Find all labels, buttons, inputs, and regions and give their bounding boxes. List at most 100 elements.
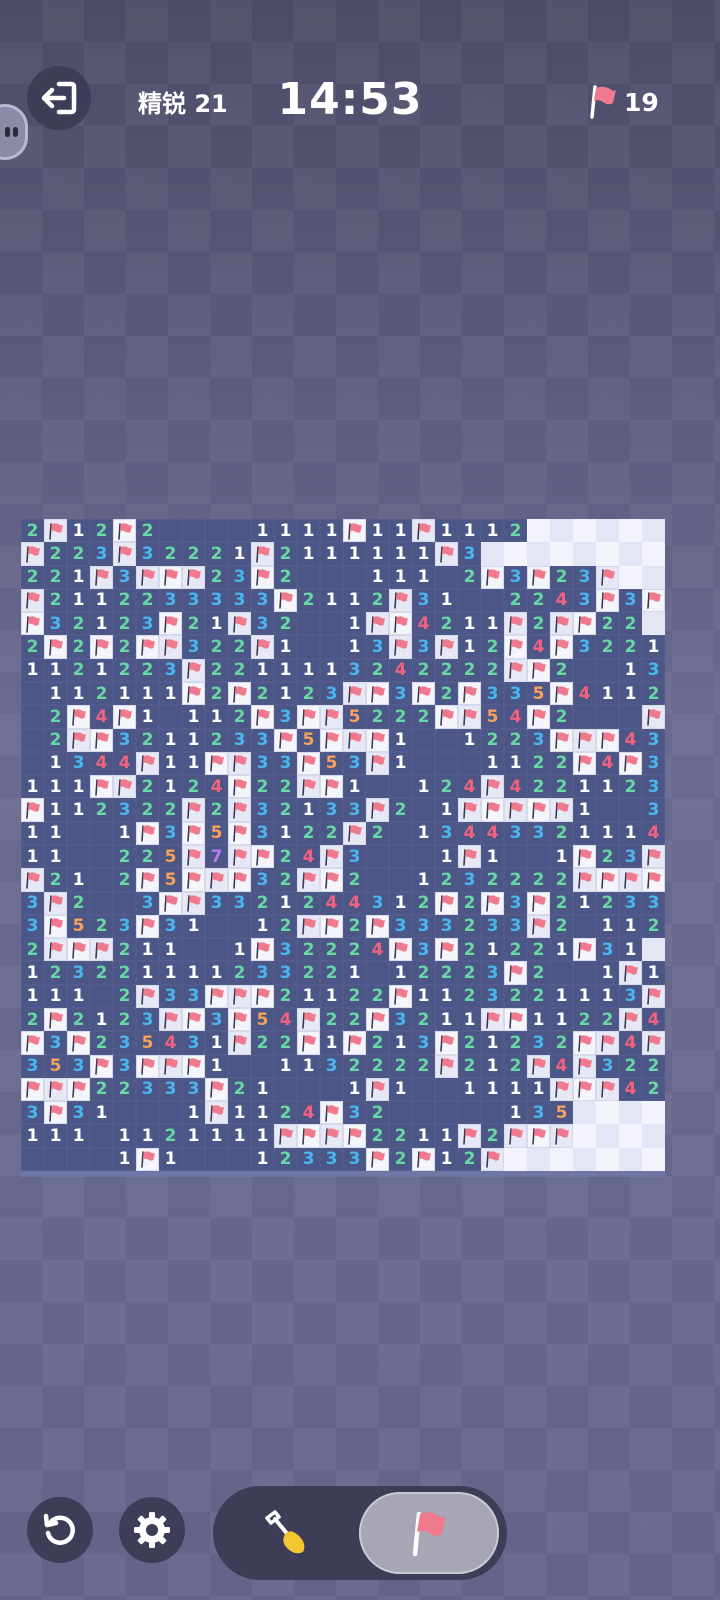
number-cell[interactable]: 1	[251, 519, 274, 543]
number-cell[interactable]: 1	[90, 1101, 113, 1125]
number-cell[interactable]: 1	[67, 984, 90, 1008]
number-cell[interactable]: 1	[481, 1054, 504, 1078]
flagged-cell[interactable]	[182, 682, 205, 706]
number-cell[interactable]: 2	[527, 612, 550, 636]
empty-cell[interactable]	[320, 612, 343, 636]
number-cell[interactable]: 1	[412, 984, 435, 1008]
number-cell[interactable]: 1	[205, 705, 228, 729]
empty-cell[interactable]	[182, 938, 205, 962]
flagged-cell[interactable]	[320, 1124, 343, 1148]
number-cell[interactable]: 3	[159, 658, 182, 682]
unrevealed-cell[interactable]	[573, 519, 596, 543]
flagged-cell[interactable]	[297, 1008, 320, 1032]
number-cell[interactable]: 3	[136, 1008, 159, 1032]
number-cell[interactable]: 2	[458, 1147, 481, 1171]
number-cell[interactable]: 2	[90, 914, 113, 939]
number-cell[interactable]: 2	[596, 635, 619, 659]
number-cell[interactable]: 3	[228, 588, 251, 613]
flagged-cell[interactable]	[44, 1077, 67, 1102]
number-cell[interactable]: 2	[90, 682, 113, 706]
number-cell[interactable]: 1	[389, 1077, 412, 1102]
flagged-cell[interactable]	[435, 938, 458, 962]
unrevealed-cell[interactable]	[642, 1124, 665, 1148]
flagged-cell[interactable]	[44, 519, 67, 543]
flagged-cell[interactable]	[343, 821, 366, 845]
unrevealed-cell[interactable]	[481, 542, 504, 566]
number-cell[interactable]: 2	[366, 821, 389, 845]
number-cell[interactable]: 1	[297, 542, 320, 566]
side-assistant-bubble[interactable]	[0, 104, 28, 160]
number-cell[interactable]: 2	[228, 705, 251, 729]
number-cell[interactable]: 2	[320, 938, 343, 962]
number-cell[interactable]: 2	[458, 938, 481, 962]
number-cell[interactable]: 2	[389, 1124, 412, 1148]
number-cell[interactable]: 2	[205, 565, 228, 589]
number-cell[interactable]: 1	[44, 751, 67, 776]
empty-cell[interactable]	[21, 751, 44, 776]
empty-cell[interactable]	[389, 821, 412, 845]
number-cell[interactable]: 1	[435, 1124, 458, 1148]
number-cell[interactable]: 1	[458, 1077, 481, 1102]
number-cell[interactable]: 2	[44, 565, 67, 589]
number-cell[interactable]: 2	[504, 519, 527, 543]
number-cell[interactable]: 2	[481, 728, 504, 752]
number-cell[interactable]: 1	[458, 1008, 481, 1032]
number-cell[interactable]: 1	[458, 635, 481, 659]
unrevealed-cell[interactable]	[573, 542, 596, 566]
number-cell[interactable]: 2	[274, 914, 297, 939]
number-cell[interactable]: 3	[228, 728, 251, 752]
empty-cell[interactable]	[90, 868, 113, 892]
flagged-cell[interactable]	[481, 1147, 504, 1171]
number-cell[interactable]: 3	[619, 891, 642, 915]
empty-cell[interactable]	[458, 751, 481, 776]
flagged-cell[interactable]	[573, 1077, 596, 1102]
number-cell[interactable]: 1	[228, 1101, 251, 1125]
number-cell[interactable]: 2	[113, 1008, 136, 1032]
flagged-cell[interactable]	[251, 984, 274, 1008]
empty-cell[interactable]	[90, 984, 113, 1008]
number-cell[interactable]: 1	[458, 612, 481, 636]
number-cell[interactable]: 2	[642, 914, 665, 939]
flagged-cell[interactable]	[320, 845, 343, 869]
number-cell[interactable]: 3	[182, 1031, 205, 1055]
empty-cell[interactable]	[159, 1101, 182, 1125]
flagged-cell[interactable]	[504, 798, 527, 822]
number-cell[interactable]: 4	[366, 938, 389, 962]
number-cell[interactable]: 1	[596, 961, 619, 985]
flagged-cell[interactable]	[182, 1054, 205, 1078]
flagged-cell[interactable]	[44, 1101, 67, 1125]
flagged-cell[interactable]	[228, 751, 251, 776]
number-cell[interactable]: 3	[343, 798, 366, 822]
flagged-cell[interactable]	[228, 798, 251, 822]
flagged-cell[interactable]	[527, 798, 550, 822]
number-cell[interactable]: 1	[44, 798, 67, 822]
number-cell[interactable]: 2	[550, 565, 573, 589]
flagged-cell[interactable]	[504, 961, 527, 985]
number-cell[interactable]: 3	[274, 705, 297, 729]
empty-cell[interactable]	[297, 612, 320, 636]
empty-cell[interactable]	[619, 705, 642, 729]
empty-cell[interactable]	[366, 868, 389, 892]
number-cell[interactable]: 4	[90, 751, 113, 776]
empty-cell[interactable]	[412, 1101, 435, 1125]
flagged-cell[interactable]	[297, 705, 320, 729]
flagged-cell[interactable]	[251, 938, 274, 962]
number-cell[interactable]: 3	[504, 821, 527, 845]
number-cell[interactable]: 2	[251, 775, 274, 799]
empty-cell[interactable]	[113, 1101, 136, 1125]
number-cell[interactable]: 2	[21, 519, 44, 543]
number-cell[interactable]: 2	[21, 1008, 44, 1032]
number-cell[interactable]: 1	[113, 821, 136, 845]
number-cell[interactable]: 1	[366, 519, 389, 543]
flagged-cell[interactable]	[297, 914, 320, 939]
number-cell[interactable]: 1	[67, 868, 90, 892]
flagged-cell[interactable]	[297, 868, 320, 892]
empty-cell[interactable]	[320, 635, 343, 659]
exit-button[interactable]	[27, 66, 91, 130]
number-cell[interactable]: 3	[251, 821, 274, 845]
flagged-cell[interactable]	[596, 1077, 619, 1102]
number-cell[interactable]: 2	[90, 961, 113, 985]
number-cell[interactable]: 1	[412, 1124, 435, 1148]
number-cell[interactable]: 3	[113, 565, 136, 589]
number-cell[interactable]: 3	[320, 798, 343, 822]
